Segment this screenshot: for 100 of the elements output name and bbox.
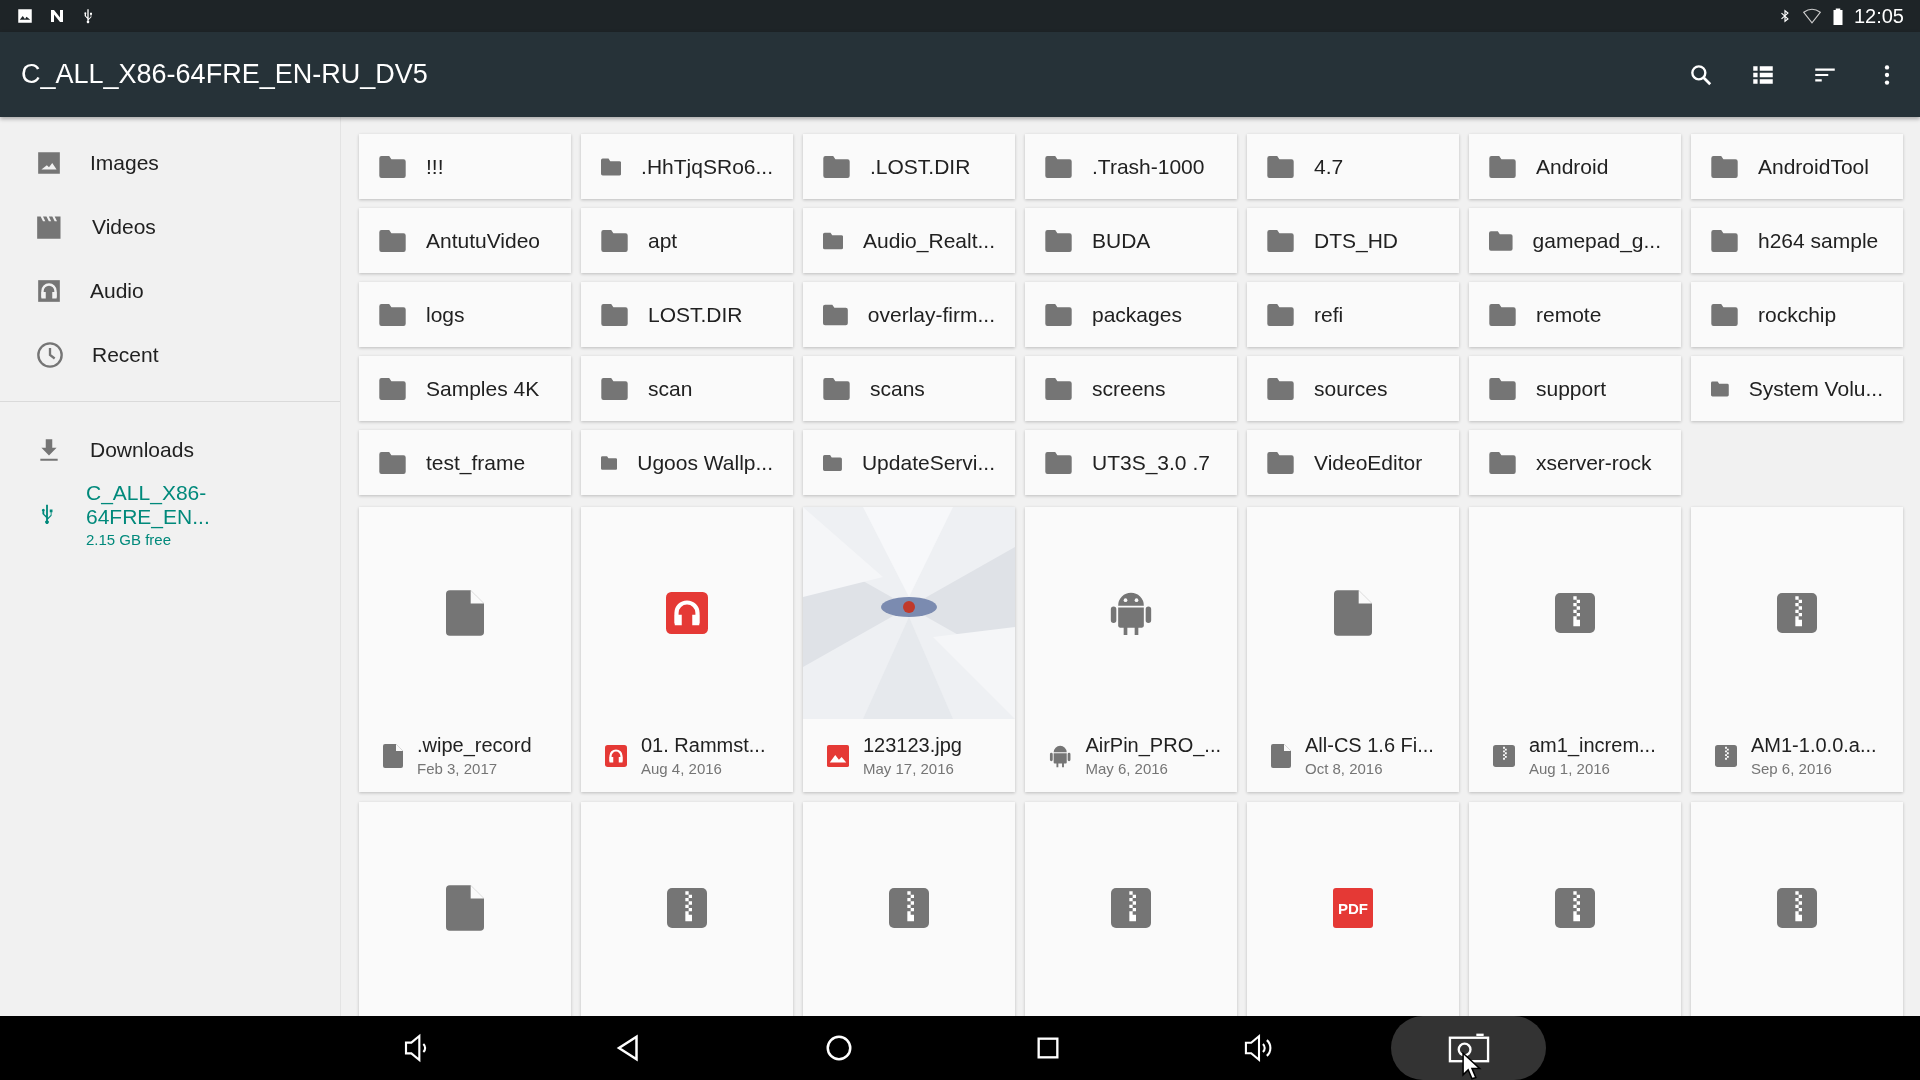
- folder-card[interactable]: UT3S_3.0 .7: [1025, 430, 1237, 495]
- pdf-icon: PDF: [1333, 888, 1373, 928]
- folder-name: Android: [1536, 154, 1609, 179]
- folder-card[interactable]: Ugoos Wallp...: [581, 430, 793, 495]
- folder-card[interactable]: AntutuVideo: [359, 208, 571, 273]
- folder-card[interactable]: xserver-rock: [1469, 430, 1681, 495]
- clock-icon: [36, 341, 64, 369]
- folder-icon: [823, 377, 850, 400]
- file-date: Feb 3, 2017: [417, 760, 499, 777]
- folder-card[interactable]: packages: [1025, 282, 1237, 347]
- sidebar-item[interactable]: Downloads: [0, 418, 340, 482]
- folder-card[interactable]: System Volu...: [1691, 356, 1903, 421]
- sidebar-item[interactable]: Recent: [0, 323, 340, 387]
- file-card[interactable]: PDF: [1247, 802, 1459, 1016]
- folder-name: .HhTjqSRo6...: [641, 154, 773, 179]
- folder-name: Samples 4K: [426, 376, 540, 401]
- folder-name: Ugoos Wallp...: [637, 450, 773, 475]
- folder-name: BUDA: [1092, 228, 1151, 253]
- wifi-icon: [1801, 7, 1822, 25]
- folder-card[interactable]: AndroidTool: [1691, 134, 1903, 199]
- archive-icon: [1493, 744, 1515, 767]
- folder-name: 4.7: [1314, 154, 1344, 179]
- folder-card[interactable]: remote: [1469, 282, 1681, 347]
- folder-name: VideoEditor: [1314, 450, 1423, 475]
- folder-name: support: [1536, 376, 1607, 401]
- folder-name: sources: [1314, 376, 1388, 401]
- file-card[interactable]: [1025, 802, 1237, 1016]
- file-date: Aug 4, 2016: [641, 760, 723, 777]
- folder-card[interactable]: refi: [1247, 282, 1459, 347]
- file-card[interactable]: All-CS 1.6 Fi... Oct 8, 2016: [1247, 507, 1459, 792]
- folder-name: .LOST.DIR: [870, 154, 971, 179]
- folder-card[interactable]: rockchip: [1691, 282, 1903, 347]
- folder-card[interactable]: Audio_Realt...: [803, 208, 1015, 273]
- folder-card[interactable]: LOST.DIR: [581, 282, 793, 347]
- folder-icon: [823, 303, 848, 326]
- folder-icon: [823, 155, 850, 178]
- folder-name: remote: [1536, 302, 1602, 327]
- folder-name: DTS_HD: [1314, 228, 1398, 253]
- folder-name: xserver-rock: [1536, 450, 1652, 475]
- app-title: C_ALL_X86-64FRE_EN-RU_DV5: [21, 59, 428, 90]
- folder-name: UpdateServi...: [861, 450, 995, 475]
- folder-card[interactable]: support: [1469, 356, 1681, 421]
- sidebar-label: Images: [90, 151, 159, 175]
- folder-card[interactable]: .HhTjqSRo6...: [581, 134, 793, 199]
- document-icon: [446, 885, 484, 931]
- sidebar-item[interactable]: Videos: [0, 195, 340, 259]
- folder-icon: [1045, 229, 1072, 252]
- folder-card[interactable]: overlay-firm...: [803, 282, 1015, 347]
- folder-card[interactable]: scans: [803, 356, 1015, 421]
- image-icon: [36, 150, 62, 176]
- file-name: AirPin_PRO_...: [1085, 734, 1221, 757]
- folder-icon: [1267, 303, 1294, 326]
- folder-card[interactable]: gamepad_g...: [1469, 208, 1681, 273]
- file-card[interactable]: AM1-1.0.0.a... Sep 6, 2016: [1691, 507, 1903, 792]
- clock: 12:05: [1853, 4, 1904, 28]
- folder-card[interactable]: Android: [1469, 134, 1681, 199]
- file-card[interactable]: am1_increm... Aug 1, 2016: [1469, 507, 1681, 792]
- folder-card[interactable]: test_frame: [359, 430, 571, 495]
- folder-card[interactable]: apt: [581, 208, 793, 273]
- folder-card[interactable]: !!!: [359, 134, 571, 199]
- folder-card[interactable]: screens: [1025, 356, 1237, 421]
- sidebar-item[interactable]: C_ALL_X86-64FRE_EN... 2.15 GB free: [0, 482, 340, 546]
- file-card[interactable]: [581, 802, 793, 1016]
- folder-name: scans: [870, 376, 925, 401]
- folder-card[interactable]: .LOST.DIR: [803, 134, 1015, 199]
- folder-card[interactable]: sources: [1247, 356, 1459, 421]
- folder-icon: [1045, 451, 1072, 474]
- folder-name: packages: [1092, 302, 1182, 327]
- archive-icon: [1555, 888, 1595, 928]
- folder-name: gamepad_g...: [1532, 228, 1661, 253]
- home-icon[interactable]: [824, 1033, 854, 1063]
- file-card[interactable]: [1691, 802, 1903, 1016]
- file-card[interactable]: .wipe_record Feb 3, 2017: [359, 507, 571, 792]
- file-card[interactable]: AirPin_PRO_... May 6, 2016: [1025, 507, 1237, 792]
- folder-icon: [379, 451, 406, 474]
- folder-card[interactable]: BUDA: [1025, 208, 1237, 273]
- folder-name: test_frame: [426, 450, 526, 475]
- file-card[interactable]: [803, 802, 1015, 1016]
- file-date: Aug 1, 2016: [1529, 760, 1611, 777]
- folder-name: overlay-firm...: [867, 302, 995, 327]
- sidebar-item[interactable]: Audio: [0, 259, 340, 323]
- file-name: AM1-1.0.0.a...: [1751, 734, 1877, 757]
- file-card[interactable]: 01. Rammst... Aug 4, 2016: [581, 507, 793, 792]
- folder-card[interactable]: VideoEditor: [1247, 430, 1459, 495]
- folder-card[interactable]: h264 sample: [1691, 208, 1903, 273]
- document-icon: [1271, 743, 1291, 768]
- folder-name: AntutuVideo: [426, 228, 541, 253]
- folder-card[interactable]: logs: [359, 282, 571, 347]
- folder-card[interactable]: UpdateServi...: [803, 430, 1015, 495]
- file-card[interactable]: [1469, 802, 1681, 1016]
- archive-icon: [1777, 888, 1817, 928]
- folder-card[interactable]: DTS_HD: [1247, 208, 1459, 273]
- folder-card[interactable]: Samples 4K: [359, 356, 571, 421]
- file-card[interactable]: 123123.jpg May 17, 2016: [803, 507, 1015, 792]
- folder-card[interactable]: 4.7: [1247, 134, 1459, 199]
- folder-icon: [379, 377, 406, 400]
- folder-card[interactable]: .Trash-1000: [1025, 134, 1237, 199]
- file-card[interactable]: [359, 802, 571, 1016]
- folder-card[interactable]: scan: [581, 356, 793, 421]
- sidebar-item[interactable]: Images: [0, 131, 340, 195]
